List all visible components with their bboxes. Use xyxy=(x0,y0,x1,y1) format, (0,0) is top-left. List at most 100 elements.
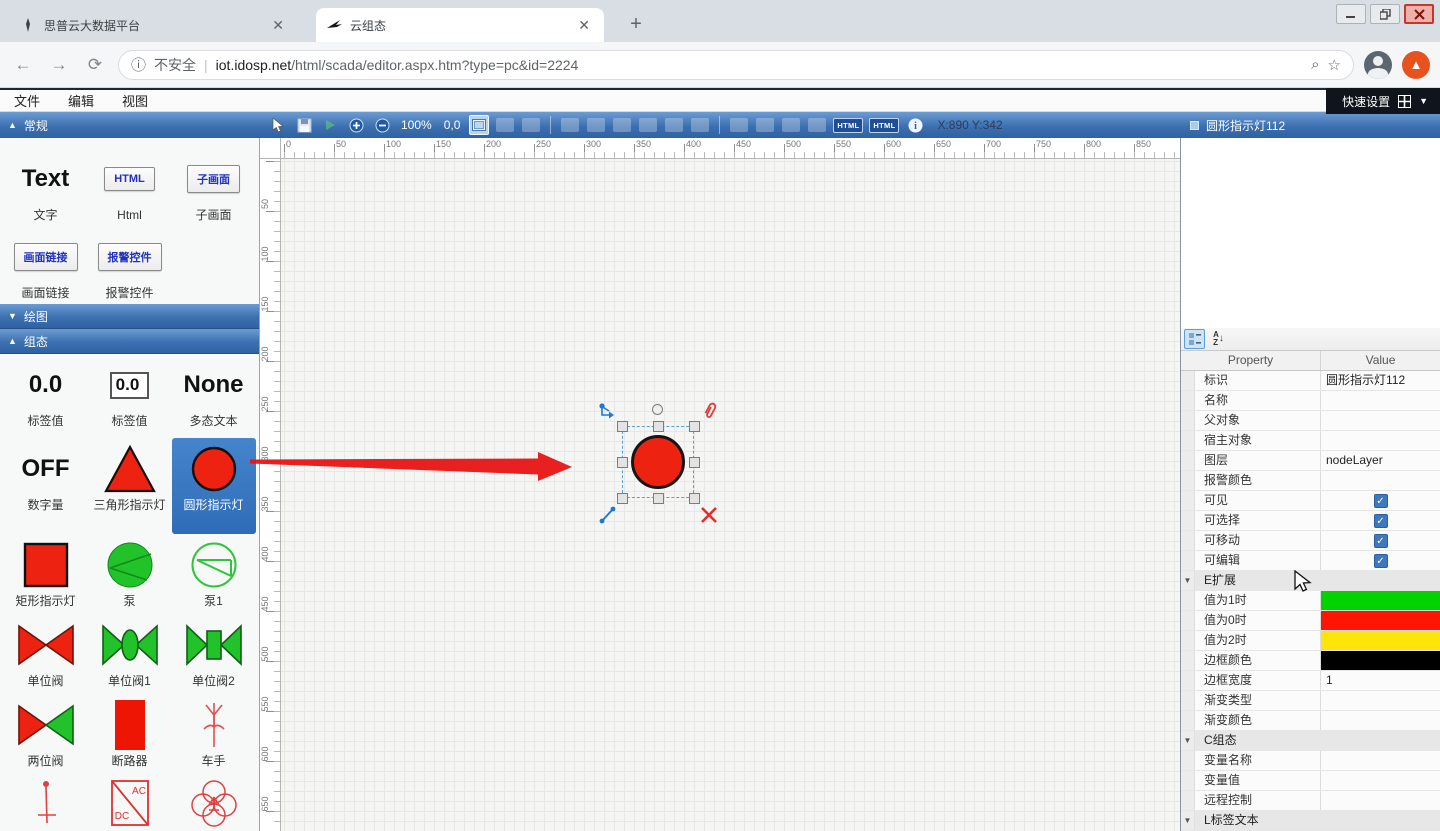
selection-handle[interactable] xyxy=(689,421,700,432)
palette-item-unit-valve1[interactable]: 单位阀1 xyxy=(88,614,172,694)
palette-item-pump1[interactable]: 泵1 xyxy=(172,534,256,614)
property-value[interactable] xyxy=(1321,771,1440,790)
checkbox-checked-icon[interactable]: ✓ xyxy=(1374,514,1388,528)
checkbox-checked-icon[interactable]: ✓ xyxy=(1374,494,1388,508)
minimize-button[interactable] xyxy=(1336,4,1366,24)
value-column-header[interactable]: Value xyxy=(1321,351,1440,370)
property-row-变量名称[interactable]: 变量名称 xyxy=(1181,751,1440,771)
tab-close-icon[interactable]: ✕ xyxy=(574,17,594,34)
checkbox-checked-icon[interactable]: ✓ xyxy=(1374,554,1388,568)
palette-item-two-pos-valve[interactable]: 两位阀 xyxy=(4,694,88,772)
property-value[interactable] xyxy=(1321,611,1440,630)
group-button[interactable] xyxy=(496,118,514,132)
zoom-in-button[interactable] xyxy=(346,115,366,135)
property-value[interactable]: 圆形指示灯112 xyxy=(1321,371,1440,390)
palette-item-pt[interactable]: PT xyxy=(172,772,256,831)
line-tool-icon[interactable] xyxy=(598,506,618,529)
zoom-out-page-icon[interactable]: ⌕ xyxy=(1311,56,1319,73)
section-header-draw[interactable]: ▼ 绘图 xyxy=(0,304,259,329)
property-column-header[interactable]: Property xyxy=(1181,351,1321,370)
palette-item-tag-value-box[interactable]: 0.0标签值 xyxy=(88,354,172,438)
color-swatch[interactable] xyxy=(1321,611,1440,630)
property-row-值为2时[interactable]: 值为2时 xyxy=(1181,631,1440,651)
property-row-可选择[interactable]: 可选择✓ xyxy=(1181,511,1440,531)
forward-icon[interactable]: → xyxy=(46,52,72,78)
selection-handle[interactable] xyxy=(689,457,700,468)
distribute-h-button[interactable] xyxy=(782,118,800,132)
same-height-button[interactable] xyxy=(756,118,774,132)
delete-x-icon[interactable] xyxy=(700,506,718,527)
property-row-值为0时[interactable]: 值为0时 xyxy=(1181,611,1440,631)
html-export-button[interactable]: HTML xyxy=(833,118,863,133)
property-row-名称[interactable]: 名称 xyxy=(1181,391,1440,411)
property-row-变量值[interactable]: 变量值 xyxy=(1181,771,1440,791)
property-value[interactable] xyxy=(1321,471,1440,490)
palette-item-circle-indicator[interactable]: 圆形指示灯 xyxy=(172,438,256,534)
categorized-view-button[interactable] xyxy=(1184,329,1205,349)
property-row-边框宽度[interactable]: 边框宽度1 xyxy=(1181,671,1440,691)
canvas-settings-button[interactable] xyxy=(469,115,489,135)
browser-tab-1[interactable]: 思普云大数据平台 ✕ xyxy=(10,8,298,42)
quick-settings-button[interactable]: 快速设置 ▼ xyxy=(1326,88,1440,114)
selection-handle[interactable] xyxy=(617,493,628,504)
zoom-out-button[interactable] xyxy=(372,115,392,135)
palette-item-inverter[interactable]: ACDC逆变器 xyxy=(88,772,172,831)
menu-view[interactable]: 视图 xyxy=(108,90,162,111)
close-button[interactable] xyxy=(1404,4,1434,24)
property-row-渐变类型[interactable]: 渐变类型 xyxy=(1181,691,1440,711)
property-row-可编辑[interactable]: 可编辑✓ xyxy=(1181,551,1440,571)
selection-handle[interactable] xyxy=(653,421,664,432)
palette-item-pump[interactable]: 泵 xyxy=(88,534,172,614)
property-row-渐变颜色[interactable]: 渐变颜色 xyxy=(1181,711,1440,731)
color-swatch[interactable] xyxy=(1321,631,1440,650)
property-value[interactable] xyxy=(1321,411,1440,430)
select-cursor-button[interactable] xyxy=(268,115,288,135)
align-left-button[interactable] xyxy=(561,118,579,132)
align-bottom-button[interactable] xyxy=(691,118,709,132)
property-row-标识[interactable]: 标识圆形指示灯112 xyxy=(1181,371,1440,391)
info-button[interactable]: i xyxy=(905,115,925,135)
palette-item-multistate-text[interactable]: None多态文本 xyxy=(172,354,256,438)
property-row-父对象[interactable]: 父对象 xyxy=(1181,411,1440,431)
profile-avatar[interactable] xyxy=(1364,51,1392,79)
checkbox-checked-icon[interactable]: ✓ xyxy=(1374,534,1388,548)
align-middle-button[interactable] xyxy=(665,118,683,132)
palette-item-unit-valve2[interactable]: 单位阀2 xyxy=(172,614,256,694)
palette-item-text[interactable]: Text文字 xyxy=(4,148,88,226)
selection-handle[interactable] xyxy=(617,421,628,432)
same-width-button[interactable] xyxy=(730,118,748,132)
property-row-E扩展[interactable]: ▼E扩展 xyxy=(1181,571,1440,591)
circle-indicator-node[interactable] xyxy=(631,435,685,489)
property-value[interactable] xyxy=(1321,651,1440,670)
align-center-button[interactable] xyxy=(587,118,605,132)
palette-item-triangle-indicator[interactable]: 三角形指示灯 xyxy=(88,438,172,534)
palette-item-screen-link[interactable]: 画面链接画面链接 xyxy=(4,226,88,304)
property-value[interactable]: ✓ xyxy=(1321,551,1440,570)
tab-close-icon[interactable]: ✕ xyxy=(268,17,288,34)
property-value[interactable] xyxy=(1321,751,1440,770)
property-row-宿主对象[interactable]: 宿主对象 xyxy=(1181,431,1440,451)
selection-handle[interactable] xyxy=(689,493,700,504)
menu-file[interactable]: 文件 xyxy=(0,90,54,111)
ungroup-button[interactable] xyxy=(522,118,540,132)
browser-tab-2[interactable]: 云组态 ✕ xyxy=(316,8,604,42)
property-value[interactable] xyxy=(1321,791,1440,810)
browser-update-icon[interactable]: ▲ xyxy=(1402,51,1430,79)
property-value[interactable] xyxy=(1321,391,1440,410)
alphabetical-sort-button[interactable]: AZ↓ xyxy=(1208,329,1229,349)
design-canvas[interactable] xyxy=(281,159,1180,831)
palette-item-breaker[interactable]: 断路器 xyxy=(88,694,172,772)
palette-item-unit-valve[interactable]: 单位阀 xyxy=(4,614,88,694)
new-tab-button[interactable]: + xyxy=(622,12,650,38)
property-value[interactable]: ✓ xyxy=(1321,511,1440,530)
property-value[interactable] xyxy=(1321,431,1440,450)
property-row-值为1时[interactable]: 值为1时 xyxy=(1181,591,1440,611)
section-header-general[interactable]: ▲ 常规 xyxy=(0,112,260,138)
property-row-可见[interactable]: 可见✓ xyxy=(1181,491,1440,511)
property-row-L标签文本[interactable]: ▼L标签文本 xyxy=(1181,811,1440,831)
property-value[interactable]: nodeLayer xyxy=(1321,451,1440,470)
property-row-C组态[interactable]: ▼C组态 xyxy=(1181,731,1440,751)
selection-handle[interactable] xyxy=(653,493,664,504)
rotate-handle[interactable] xyxy=(652,404,663,415)
run-button[interactable] xyxy=(320,115,340,135)
